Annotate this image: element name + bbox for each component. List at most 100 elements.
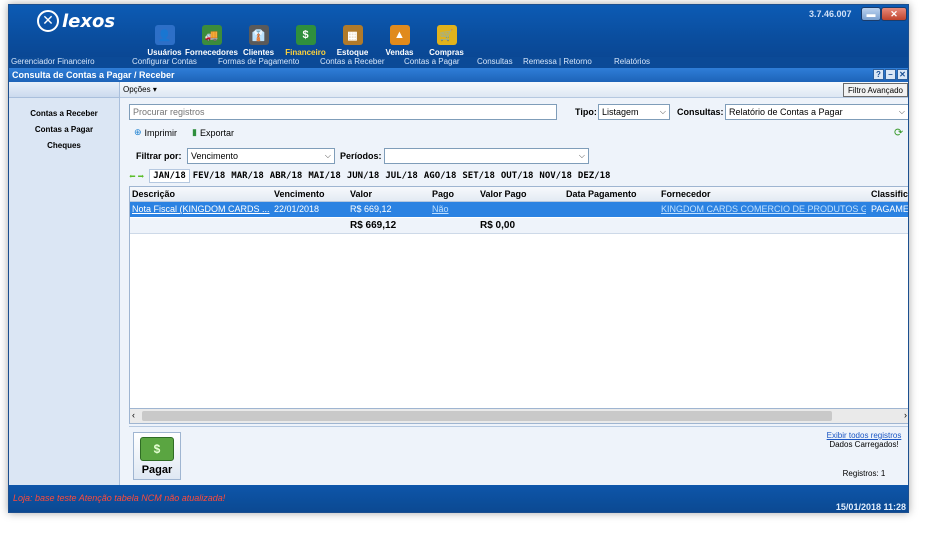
module-clients[interactable]: 👔 Clientes (235, 19, 282, 57)
module-toolbar: 👤 Usuários 🚚 Fornecedores 👔 Clientes $ Financei… (141, 19, 470, 59)
subnav-remessa-retorno[interactable]: Remessa | Retorno (523, 57, 592, 66)
month-tab[interactable]: ABR/18 (267, 170, 306, 182)
search-input[interactable] (129, 104, 557, 120)
cell-valor: R$ 669,12 (350, 204, 392, 214)
show-all-link[interactable]: Exibir todos registros (824, 431, 904, 440)
subnav-title: Gerenciador Financeiro (11, 57, 95, 66)
filter-by-select[interactable]: Vencimento ⌵ (187, 148, 335, 164)
total-valor: R$ 669,12 (350, 220, 397, 231)
prev-year-arrow-icon[interactable]: ⬅ (129, 170, 136, 183)
subnav-relatorios[interactable]: Relatórios (614, 57, 650, 66)
month-tab[interactable]: JUN/18 (344, 170, 383, 182)
stock-icon: ▦ (342, 25, 363, 45)
finance-icon: $ (295, 25, 316, 45)
print-icon: ⊕ (134, 127, 142, 137)
horizontal-scrollbar[interactable]: ‹ › (129, 408, 908, 424)
subnav-configurar-contas[interactable]: Configurar Contas (132, 57, 197, 66)
money-icon: $ (140, 437, 174, 461)
col-pago[interactable]: Pago (432, 189, 454, 199)
month-tab[interactable]: AGO/18 (421, 170, 460, 182)
month-tab[interactable]: FEV/18 (190, 170, 229, 182)
col-valor[interactable]: Valor (350, 189, 372, 199)
left-panel: Contas a Receber Contas a Pagar Cheques (9, 82, 120, 485)
col-descricao[interactable]: Descrição (132, 189, 175, 199)
cell-fornecedor[interactable]: KINGDOM CARDS COMERCIO DE PRODUTOS GR... (661, 204, 866, 214)
month-tab[interactable]: DEZ/18 (575, 170, 614, 182)
module-finance[interactable]: $ Financeiro (282, 19, 329, 57)
next-year-arrow-icon[interactable]: ➡ (138, 170, 145, 183)
col-data-pagamento[interactable]: Data Pagamento (566, 189, 637, 199)
cell-vencimento: 22/01/2018 (274, 204, 320, 214)
record-count: Registros: 1 (842, 469, 886, 478)
cell-pago[interactable]: Não (432, 204, 449, 214)
users-icon: 👤 (154, 25, 175, 45)
cell-classificacao: PAGAMENTO (871, 204, 909, 214)
subnav-consultas[interactable]: Consultas (477, 57, 513, 66)
module-users[interactable]: 👤 Usuários (141, 19, 188, 57)
minimize-button[interactable]: ▬ (861, 7, 881, 21)
col-valor-pago[interactable]: Valor Pago (480, 189, 527, 199)
logo-mark-icon: ✕ (37, 10, 59, 32)
periods-select[interactable]: ⌵ (384, 148, 589, 164)
app-window: ✕ lexos 3.7.46.007 ▬ ✕ 👤 Usuários 🚚 Fornece… (8, 4, 909, 513)
export-label: Exportar (199, 127, 234, 138)
scrollbar-thumb[interactable] (142, 411, 832, 421)
status-bar: Loja: base teste Atenção tabela NCM não … (9, 485, 908, 512)
subnav-contas-receber[interactable]: Contas a Receber (320, 57, 384, 66)
consultas-select[interactable]: Relatório de Contas a Pagar ⌵ (725, 104, 908, 120)
subnav-contas-pagar[interactable]: Contas a Pagar (404, 57, 460, 66)
chevron-down-icon: ⌵ (898, 107, 905, 116)
month-tab[interactable]: MAI/18 (305, 170, 344, 182)
window-title: Consulta de Contas a Pagar / Receber (12, 70, 175, 80)
logo-text: lexos (62, 10, 116, 32)
close-button[interactable]: ✕ (881, 7, 907, 21)
module-label: Compras (429, 48, 464, 57)
help-button[interactable]: ? (873, 69, 884, 80)
bottom-panel: $ Pagar Exibir todos registros Dados Car… (129, 426, 908, 482)
col-vencimento[interactable]: Vencimento (274, 189, 325, 199)
chevron-down-icon: ⌵ (578, 151, 585, 160)
module-label: Usuários (147, 48, 182, 57)
module-purchases[interactable]: 🛒 Compras (423, 19, 470, 57)
module-label: Vendas (385, 48, 414, 57)
table-row[interactable]: Nota Fiscal (KINGDOM CARDS ... 22/01/201… (130, 202, 909, 217)
tipo-value: Listagem (602, 107, 639, 117)
month-tab[interactable]: SET/18 (459, 170, 498, 182)
module-suppliers[interactable]: 🚚 Fornecedores (185, 19, 238, 57)
finance-subnav: Gerenciador Financeiro Configurar Contas… (9, 57, 908, 68)
module-stock[interactable]: ▦ Estoque (329, 19, 376, 57)
month-tab[interactable]: MAR/18 (228, 170, 267, 182)
module-sales[interactable]: ▲ Vendas (376, 19, 423, 57)
module-label: Fornecedores (185, 48, 238, 57)
tipo-select[interactable]: Listagem ⌵ (598, 104, 670, 120)
panel-close-button[interactable]: ✕ (897, 69, 908, 80)
month-tab[interactable]: OUT/18 (498, 170, 537, 182)
col-fornecedor[interactable]: Fornecedor (661, 189, 711, 199)
pay-label: Pagar (141, 464, 173, 476)
print-button[interactable]: ⊕ Imprimir (134, 127, 177, 138)
tipo-label: Tipo: (575, 107, 597, 117)
pay-button[interactable]: $ Pagar (133, 432, 181, 480)
lexos-logo: ✕ lexos (37, 8, 115, 34)
month-tab[interactable]: JUL/18 (382, 170, 421, 182)
advanced-filter-button[interactable]: Filtro Avançado (843, 83, 908, 97)
clients-icon: 👔 (248, 25, 269, 45)
options-menu[interactable]: Opções ▾ (123, 85, 157, 94)
month-tab[interactable]: NOV/18 (536, 170, 575, 182)
cell-descricao[interactable]: Nota Fiscal (KINGDOM CARDS ... (132, 204, 270, 214)
month-tabs: ⬅ ➡ JAN/18 FEV/18 MAR/18 ABR/18 MAI/18 JUN/18… (129, 168, 613, 184)
options-bar: Opções ▾ Filtro Avançado (120, 82, 908, 98)
refresh-icon[interactable]: ⟳ (894, 126, 906, 139)
export-button[interactable]: ▮ Exportar (192, 127, 234, 138)
nav-contas-pagar[interactable]: Contas a Pagar (9, 122, 119, 138)
nav-cheques[interactable]: Cheques (9, 138, 119, 154)
consultas-label: Consultas: (677, 107, 724, 117)
col-classificacao[interactable]: Classificaç (871, 189, 908, 199)
nav-contas-receber[interactable]: Contas a Receber (9, 106, 119, 122)
panel-minimize-button[interactable]: – (885, 69, 896, 80)
chevron-down-icon: ⌵ (659, 107, 666, 116)
scroll-right-icon[interactable]: › (904, 410, 907, 420)
subnav-formas-pagamento[interactable]: Formas de Pagamento (218, 57, 299, 66)
month-tab[interactable]: JAN/18 (149, 169, 190, 183)
scroll-left-icon[interactable]: ‹ (132, 410, 135, 420)
